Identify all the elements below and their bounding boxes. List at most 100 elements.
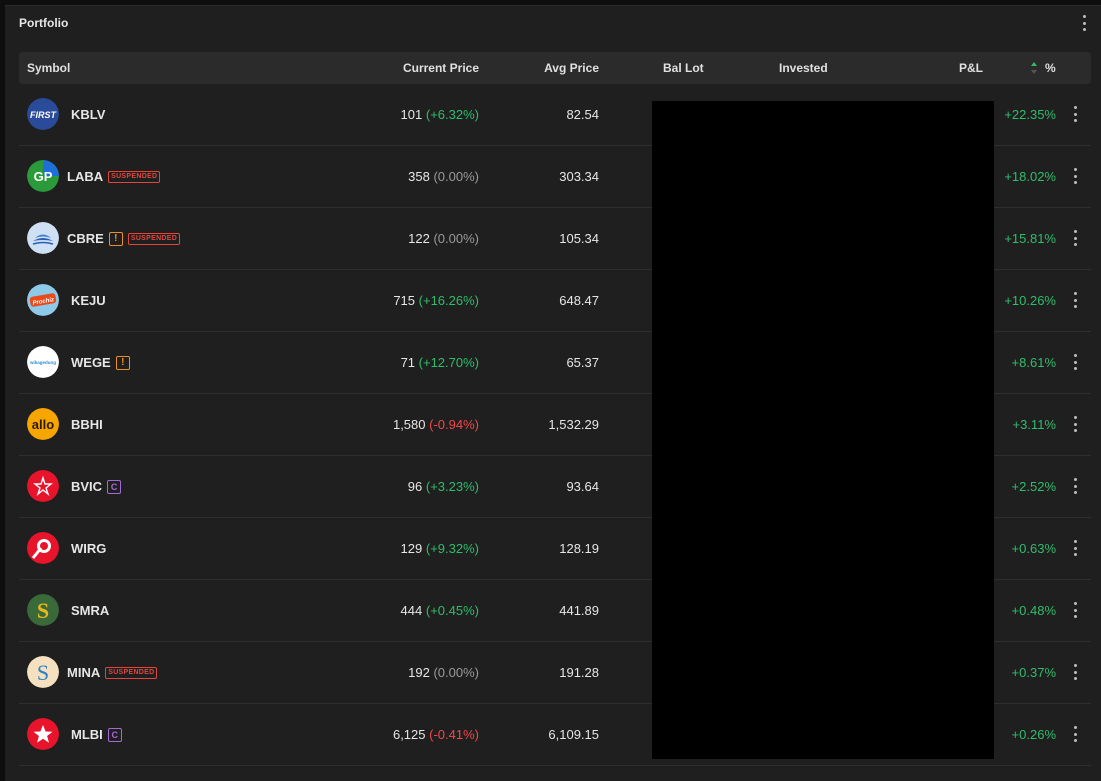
price-change: (0.00%) [433, 169, 479, 184]
symbol-cell[interactable]: WIRG [71, 541, 106, 556]
avg-price: 93.64 [566, 479, 599, 494]
current-price: 1,580 [392, 417, 426, 432]
panel-more-icon[interactable] [1079, 15, 1089, 31]
header-pnl[interactable]: P&L [959, 61, 983, 75]
current-price: 715 [393, 293, 416, 308]
c-badge[interactable]: C [107, 479, 122, 494]
current-price: 122 [408, 231, 430, 246]
suspended-badge[interactable]: SUSPENDED [108, 170, 161, 183]
pnl-percent: +0.37% [1011, 665, 1056, 680]
row-more-icon[interactable] [1072, 230, 1078, 246]
avg-price: 82.54 [566, 107, 599, 122]
current-price-cell: 1,580 (-0.94%) [393, 417, 479, 432]
svg-text:GP: GP [34, 169, 53, 184]
pnl-percent: +15.81% [1004, 231, 1056, 246]
header-avg-price[interactable]: Avg Price [544, 61, 599, 75]
symbol-label: CBRE [67, 231, 104, 246]
symbol-cell[interactable]: BVIC C [71, 479, 122, 494]
price-change: (+3.23%) [425, 479, 479, 494]
first-logo-icon: FIRST [27, 98, 59, 130]
pnl-percent: +0.63% [1011, 541, 1056, 556]
warning-badge[interactable]: ! [108, 231, 123, 246]
prochiz-logo-icon: Prochiz [27, 284, 59, 316]
c-badge[interactable]: C [107, 727, 122, 742]
warning-badge[interactable]: ! [115, 355, 130, 370]
avg-price: 303.34 [559, 169, 599, 184]
symbol-cell[interactable]: BBHI [71, 417, 103, 432]
current-price-cell: 6,125 (-0.41%) [393, 727, 479, 742]
row-more-icon[interactable] [1072, 602, 1078, 618]
symbol-cell[interactable]: MINA SUSPENDED [67, 665, 158, 680]
current-price-cell: 715 (+16.26%) [393, 293, 479, 308]
wirg-logo-icon [27, 532, 59, 564]
current-price-cell: 358 (0.00%) [408, 169, 479, 184]
svg-text:S: S [37, 660, 49, 685]
current-price: 192 [408, 665, 430, 680]
avg-price: 191.28 [559, 665, 599, 680]
avg-price: 105.34 [559, 231, 599, 246]
header-current-price[interactable]: Current Price [403, 61, 479, 75]
symbol-cell[interactable]: MLBI C [71, 727, 122, 742]
symbol-cell[interactable]: LABA SUSPENDED [67, 169, 161, 184]
symbol-cell[interactable]: KEJU [71, 293, 106, 308]
symbol-label: MINA [67, 665, 101, 680]
pnl-percent: +0.26% [1011, 727, 1056, 742]
header-invested[interactable]: Invested [779, 61, 828, 75]
table-header: Symbol Current Price Avg Price Bal Lot I… [19, 52, 1091, 84]
row-more-icon[interactable] [1072, 292, 1078, 308]
symbol-label: BBHI [71, 417, 103, 432]
symbol-label: KEJU [71, 293, 106, 308]
pnl-percent: +2.52% [1011, 479, 1056, 494]
current-price-cell: 96 (+3.23%) [408, 479, 479, 494]
gp-logo-icon: GP [27, 160, 59, 192]
pnl-percent: +3.11% [1012, 417, 1057, 432]
symbol-label: BVIC [71, 479, 103, 494]
current-price-cell: 71 (+12.70%) [401, 355, 479, 370]
allo-logo-icon: allo [27, 408, 59, 440]
row-more-icon[interactable] [1072, 478, 1078, 494]
row-more-icon[interactable] [1072, 106, 1078, 122]
row-more-icon[interactable] [1072, 664, 1078, 680]
symbol-cell[interactable]: SMRA [71, 603, 109, 618]
avg-price: 441.89 [559, 603, 599, 618]
avg-price: 1,532.29 [548, 417, 599, 432]
price-change: (-0.41%) [429, 727, 479, 742]
symbol-label: MLBI [71, 727, 103, 742]
row-more-icon[interactable] [1072, 726, 1078, 742]
current-price: 129 [400, 541, 423, 556]
symbol-label: LABA [67, 169, 104, 184]
header-symbol[interactable]: Symbol [27, 61, 70, 75]
victoria-logo-icon [27, 470, 59, 502]
price-change: (+6.32%) [425, 107, 479, 122]
suspended-badge[interactable]: SUSPENDED [105, 666, 158, 679]
wika-logo-icon: wikagedung [27, 346, 59, 378]
current-price-cell: 101 (+6.32%) [401, 107, 479, 122]
row-more-icon[interactable] [1072, 540, 1078, 556]
pnl-percent: +10.26% [1004, 293, 1056, 308]
summarecon-logo-icon: S [27, 594, 59, 626]
row-more-icon[interactable] [1072, 168, 1078, 184]
current-price: 71 [400, 355, 416, 370]
symbol-cell[interactable]: KBLV [71, 107, 105, 122]
avg-price: 6,109.15 [548, 727, 599, 742]
current-price: 358 [408, 169, 430, 184]
row-more-icon[interactable] [1072, 354, 1078, 370]
price-change: (-0.94%) [429, 417, 479, 432]
row-more-icon[interactable] [1072, 416, 1078, 432]
svg-text:S: S [37, 598, 49, 623]
symbol-cell[interactable]: CBRE! SUSPENDED [67, 231, 181, 246]
current-price-cell: 192 (0.00%) [408, 665, 479, 680]
pnl-percent: +0.48% [1011, 603, 1056, 618]
symbol-cell[interactable]: WEGE! [71, 355, 130, 370]
sort-icon[interactable] [1030, 61, 1038, 75]
price-change: (+16.26%) [418, 293, 479, 308]
header-bal-lot[interactable]: Bal Lot [663, 61, 704, 75]
pnl-percent: +8.61% [1011, 355, 1056, 370]
svg-text:FIRST: FIRST [30, 110, 58, 120]
suspended-badge[interactable]: SUSPENDED [127, 232, 181, 245]
ship-logo-icon [27, 222, 59, 254]
symbol-label: SMRA [71, 603, 110, 618]
price-change: (+9.32%) [425, 541, 479, 556]
header-pct[interactable]: % [1045, 61, 1056, 75]
symbol-label: WEGE [71, 355, 111, 370]
